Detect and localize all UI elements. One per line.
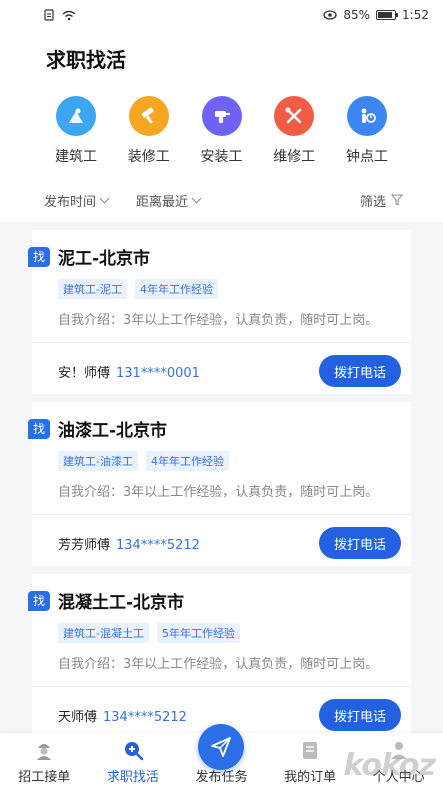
category-hourly[interactable]: 钟点工 xyxy=(335,96,399,166)
wifi-icon xyxy=(62,10,76,20)
tab-label: 求职找活 xyxy=(106,770,159,785)
funnel-icon xyxy=(391,194,403,206)
contact-name: 天师傅 xyxy=(58,709,98,725)
status-bar: 85% 1:52 xyxy=(0,0,443,30)
job-card[interactable]: 找 混凝土工-北京市 建筑工-混凝土工 5年年工作经验 自我介绍：3年以上工作经… xyxy=(28,574,411,738)
contact-phone: 134****5212 xyxy=(103,709,187,725)
category-label: 安装工 xyxy=(200,149,243,165)
tag: 5年年工作经验 xyxy=(156,623,240,643)
drill-icon xyxy=(201,96,242,136)
screen-filter-label: 筛选 xyxy=(359,194,386,210)
bottom-tab-bar: 招工接单 求职找活 发布任务 我的订单 个人中心 kokoz xyxy=(0,724,443,793)
chevron-down-icon xyxy=(99,193,110,204)
category-repair[interactable]: 维修工 xyxy=(262,96,326,166)
paint-roller-icon xyxy=(128,96,169,136)
publish-time-filter[interactable]: 发布时间 xyxy=(44,191,110,210)
page-header: 求职找活 xyxy=(0,30,443,80)
tag-row: 建筑工-泥工 4年年工作经验 xyxy=(32,269,411,299)
job-title: 油漆工-北京市 xyxy=(58,421,168,441)
tag: 4年年工作经验 xyxy=(145,451,229,471)
publish-fab[interactable] xyxy=(198,724,245,770)
contact-name: 芳芳师傅 xyxy=(58,537,111,553)
self-intro: 自我介绍：3年以上工作经验，认真负责，随时可上岗。 xyxy=(58,313,379,328)
worker-icon xyxy=(37,744,52,760)
tab-label: 招工接单 xyxy=(18,770,71,785)
tab-label: 我的订单 xyxy=(284,770,337,785)
status-left xyxy=(44,9,76,21)
card-footer: 安！师傅 131****0001 拨打电话 xyxy=(32,343,411,387)
category-installation[interactable]: 安装工 xyxy=(190,96,254,166)
chevron-down-icon xyxy=(191,193,202,204)
tag: 建筑工-油漆工 xyxy=(58,451,138,471)
tag-row: 建筑工-油漆工 4年年工作经验 xyxy=(32,441,411,471)
screen-filter-button[interactable]: 筛选 xyxy=(360,191,403,210)
orders-icon xyxy=(303,742,318,759)
tab-publish-task[interactable]: 发布任务 xyxy=(186,724,256,785)
job-title: 混凝土工-北京市 xyxy=(58,593,185,613)
battery-percent: 85% xyxy=(343,8,371,22)
tools-icon xyxy=(274,96,315,136)
job-list: 找 泥工-北京市 建筑工-泥工 4年年工作经验 自我介绍：3年以上工作经验，认真… xyxy=(0,230,443,738)
tag: 建筑工-混凝土工 xyxy=(58,623,149,643)
distance-filter[interactable]: 距离最近 xyxy=(136,191,202,210)
contact-phone: 131****0001 xyxy=(116,365,200,381)
call-button[interactable]: 拨打电话 xyxy=(319,699,401,731)
contact-name: 安！师傅 xyxy=(58,365,111,381)
job-card[interactable]: 找 泥工-北京市 建筑工-泥工 4年年工作经验 自我介绍：3年以上工作经验，认真… xyxy=(28,230,411,394)
clock: 1:52 xyxy=(402,8,429,22)
job-title: 泥工-北京市 xyxy=(58,249,151,269)
distance-label: 距离最近 xyxy=(136,194,189,210)
category-label: 钟点工 xyxy=(346,149,388,165)
battery-icon xyxy=(376,10,399,20)
page-title: 求职找活 xyxy=(46,48,126,72)
card-header: 找 混凝土工-北京市 xyxy=(28,574,411,613)
notification-icon xyxy=(44,9,54,21)
self-intro: 自我介绍：3年以上工作经验，认真负责，随时可上岗。 xyxy=(58,657,379,672)
contact-info: 芳芳师傅 134****5212 xyxy=(58,534,200,553)
category-label: 建筑工 xyxy=(55,149,97,165)
filter-bar: 发布时间 距离最近 筛选 xyxy=(0,178,443,222)
hourly-worker-icon xyxy=(347,96,387,136)
watermark: kokoz xyxy=(343,748,436,783)
search-plus-icon xyxy=(124,742,144,761)
tab-job-seeking[interactable]: 求职找活 xyxy=(98,738,168,785)
self-intro: 自我介绍：3年以上工作经验，认真负责，随时可上岗。 xyxy=(58,485,379,500)
category-decoration[interactable]: 装修工 xyxy=(117,96,181,166)
category-label: 维修工 xyxy=(273,149,316,165)
tag-row: 建筑工-混凝土工 5年年工作经验 xyxy=(32,613,411,643)
seek-badge: 找 xyxy=(28,590,50,611)
call-button[interactable]: 拨打电话 xyxy=(319,527,401,559)
card-header: 找 油漆工-北京市 xyxy=(28,402,411,441)
tab-my-orders[interactable]: 我的订单 xyxy=(275,738,345,785)
contact-info: 安！师傅 131****0001 xyxy=(58,362,200,381)
category-grid: 建筑工 装修工 安装工 维修工 钟点工 xyxy=(0,80,443,178)
seek-badge: 找 xyxy=(28,418,50,439)
eye-icon xyxy=(323,10,338,20)
card-header: 找 泥工-北京市 xyxy=(28,230,411,269)
contact-phone: 134****5212 xyxy=(116,537,200,553)
status-right: 85% 1:52 xyxy=(323,8,429,22)
contact-info: 天师傅 134****5212 xyxy=(58,706,187,725)
publish-time-label: 发布时间 xyxy=(44,194,97,210)
job-card[interactable]: 找 油漆工-北京市 建筑工-油漆工 4年年工作经验 自我介绍：3年以上工作经验，… xyxy=(28,402,411,566)
card-footer: 芳芳师傅 134****5212 拨打电话 xyxy=(32,515,411,559)
category-construction[interactable]: 建筑工 xyxy=(44,96,108,166)
tag: 建筑工-泥工 xyxy=(58,279,127,299)
category-label: 装修工 xyxy=(127,149,170,165)
construction-worker-icon xyxy=(56,96,96,136)
send-icon xyxy=(211,737,232,757)
tag: 4年年工作经验 xyxy=(134,279,218,299)
tab-recruit[interactable]: 招工接单 xyxy=(9,738,79,785)
seek-badge: 找 xyxy=(28,246,50,267)
call-button[interactable]: 拨打电话 xyxy=(319,355,401,387)
